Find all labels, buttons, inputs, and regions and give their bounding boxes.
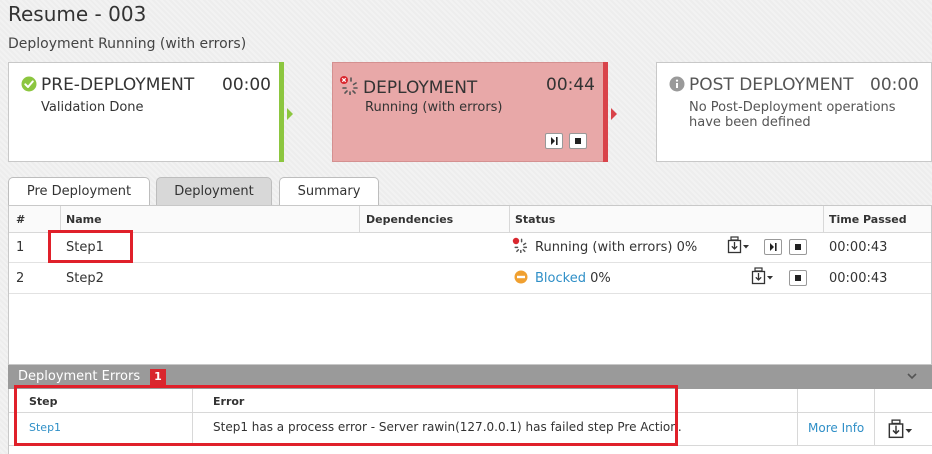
row-name: Step2 bbox=[66, 271, 104, 286]
status-percent: 0% bbox=[590, 271, 611, 286]
row-time: 00:00:43 bbox=[829, 271, 888, 286]
page-subtitle: Deployment Running (with errors) bbox=[8, 36, 247, 52]
status-percent: 0% bbox=[676, 240, 698, 255]
stop-icon bbox=[575, 138, 581, 144]
phase-dep-status-bar bbox=[603, 62, 608, 162]
download-dropdown-icon bbox=[751, 267, 773, 285]
table-row[interactable]: 2 Step2 Blocked 0% 00:00:43 bbox=[9, 263, 931, 294]
phase-post-deployment[interactable]: POST DEPLOYMENT 00:00 No Post-Deployment… bbox=[656, 62, 932, 162]
tab-pre-deployment[interactable]: Pre Deployment bbox=[8, 177, 150, 205]
stop-icon bbox=[795, 275, 801, 281]
highlight-step1 bbox=[48, 230, 133, 263]
deployment-errors-title: Deployment Errors bbox=[18, 369, 141, 384]
blocked-icon bbox=[514, 270, 528, 288]
phase-pre-title: PRE-DEPLOYMENT bbox=[21, 75, 194, 97]
spinner-error-icon bbox=[512, 237, 528, 257]
row-time: 00:00:43 bbox=[829, 240, 888, 255]
info-circle-icon bbox=[669, 76, 685, 97]
phase-pre-name: PRE-DEPLOYMENT bbox=[41, 75, 195, 95]
tab-summary[interactable]: Summary bbox=[279, 177, 379, 205]
steps-grid: # Name Dependencies Status Time Passed 1… bbox=[8, 205, 932, 365]
more-info-link[interactable]: More Info bbox=[808, 421, 864, 435]
phase-dep-name: DEPLOYMENT bbox=[363, 78, 478, 98]
status-text: Running (with errors) bbox=[535, 240, 673, 255]
blocked-status-link[interactable]: Blocked bbox=[535, 271, 586, 286]
step-forward-icon bbox=[770, 243, 777, 251]
row-num: 1 bbox=[16, 240, 25, 255]
row-num: 2 bbox=[16, 271, 25, 286]
col-divider bbox=[509, 206, 510, 232]
phase-post-desc: No Post-Deployment operations have been … bbox=[689, 100, 896, 130]
download-dropdown-icon bbox=[888, 419, 913, 439]
tab-deployment[interactable]: Deployment bbox=[156, 177, 272, 205]
col-divider bbox=[60, 206, 61, 232]
step-forward-icon bbox=[551, 137, 558, 145]
phase-dep-desc: Running (with errors) bbox=[365, 100, 503, 115]
col-deps-header[interactable]: Dependencies bbox=[366, 213, 453, 226]
table-row[interactable]: 1 Step1 Running (with errors) 0% 00:00:4… bbox=[9, 232, 931, 263]
phase-deployment[interactable]: DEPLOYMENT 00:44 Running (with errors) bbox=[332, 62, 617, 162]
row-stop-button[interactable] bbox=[789, 239, 807, 255]
row-resume-button[interactable] bbox=[764, 239, 782, 255]
row-export-dropdown[interactable] bbox=[751, 267, 775, 289]
grid-header: # Name Dependencies Status Time Passed bbox=[9, 206, 931, 233]
row-status: Running (with errors) 0% bbox=[535, 240, 697, 255]
phase-pre-status-bar bbox=[279, 62, 284, 162]
phase-pre-desc: Validation Done bbox=[41, 100, 144, 115]
download-dropdown-icon bbox=[727, 236, 749, 254]
phase-dep-title: DEPLOYMENT bbox=[339, 75, 477, 100]
error-export-dropdown[interactable] bbox=[887, 419, 915, 443]
row-export-dropdown[interactable] bbox=[727, 236, 751, 258]
chevron-down-icon[interactable] bbox=[906, 370, 918, 385]
col-divider bbox=[823, 206, 824, 232]
phase-pre-deployment[interactable]: PRE-DEPLOYMENT 00:00 Validation Done bbox=[8, 62, 293, 162]
col-time-header[interactable]: Time Passed bbox=[829, 213, 907, 226]
phase-post-time: 00:00 bbox=[870, 75, 919, 95]
phase-pre-arrow bbox=[287, 108, 293, 120]
phase-pre-time: 00:00 bbox=[222, 75, 271, 95]
row-stop-button[interactable] bbox=[789, 270, 807, 286]
col-divider bbox=[359, 206, 360, 232]
col-name-header[interactable]: Name bbox=[66, 213, 102, 226]
check-circle-icon bbox=[21, 76, 37, 97]
stop-icon bbox=[795, 244, 801, 250]
col-num-header: # bbox=[16, 213, 26, 226]
phase-dep-time: 00:44 bbox=[546, 75, 595, 95]
phase-dep-stop-button[interactable] bbox=[569, 133, 587, 149]
row-status: Blocked 0% bbox=[535, 271, 611, 286]
spinner-error-icon bbox=[339, 75, 359, 100]
error-count-badge: 1 bbox=[150, 369, 166, 385]
phase-post-name: POST DEPLOYMENT bbox=[689, 75, 854, 95]
col-status-header[interactable]: Status bbox=[515, 213, 555, 226]
phase-dep-resume-button[interactable] bbox=[545, 133, 563, 149]
phase-post-title: POST DEPLOYMENT bbox=[669, 75, 854, 97]
highlight-error-row bbox=[14, 385, 678, 446]
phase-dep-arrow bbox=[611, 108, 617, 120]
page-title: Resume - 003 bbox=[8, 2, 147, 26]
